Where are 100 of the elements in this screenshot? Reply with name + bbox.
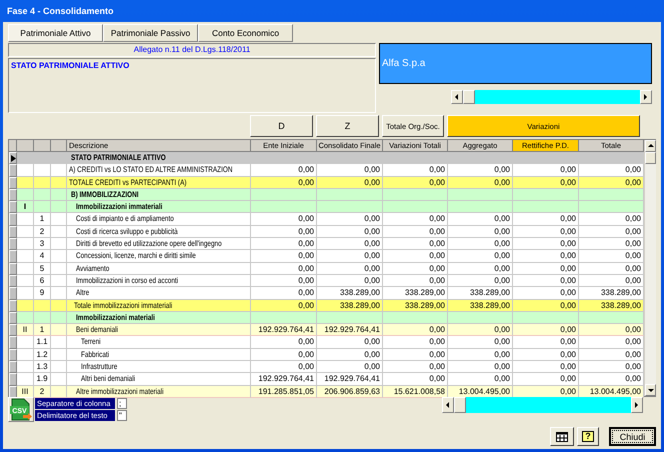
table-cell bbox=[34, 188, 51, 202]
table-cell: 0,00 bbox=[513, 164, 579, 177]
scroll-right-button[interactable] bbox=[631, 397, 643, 413]
table-cell bbox=[51, 164, 67, 177]
table-cell bbox=[51, 361, 67, 374]
table-cell bbox=[51, 348, 67, 362]
table-cell bbox=[34, 164, 51, 177]
table-cell: 0,00 bbox=[513, 324, 579, 336]
table-cell: 1 bbox=[34, 324, 51, 336]
table-cell: 1.2 bbox=[34, 348, 51, 362]
table-cell: Altre immobilizzazioni materiali bbox=[67, 386, 251, 398]
table-cell: 0,00 bbox=[383, 262, 448, 275]
table-cell bbox=[317, 188, 383, 202]
table-cell bbox=[51, 324, 67, 336]
reference-label: Allegato n.11 del D.Lgs.118/2011 bbox=[8, 43, 376, 57]
table-cell bbox=[17, 188, 34, 202]
table-cell bbox=[51, 386, 67, 398]
table-cell: 0,00 bbox=[579, 336, 644, 349]
table-cell bbox=[251, 188, 317, 202]
row-indicator[interactable] bbox=[9, 152, 17, 164]
scroll-left-button[interactable] bbox=[451, 90, 463, 104]
table-cell: 0,00 bbox=[251, 287, 317, 300]
table-cell: 338.289,00 bbox=[383, 287, 448, 300]
table-cell: 0,00 bbox=[579, 164, 644, 177]
table-cell: 0,00 bbox=[513, 287, 579, 300]
tab[interactable]: Patrimoniale Attivo bbox=[8, 24, 103, 42]
table-cell: 0,00 bbox=[448, 213, 513, 226]
table-cell: Concessioni, licenze, marchi e diritti simile bbox=[67, 250, 251, 263]
table-cell: 0,00 bbox=[448, 250, 513, 263]
tab[interactable]: Patrimoniale Passivo bbox=[103, 24, 198, 42]
table-cell bbox=[17, 336, 34, 349]
close-button[interactable]: Chiudi bbox=[609, 427, 656, 446]
table-cell bbox=[17, 373, 34, 386]
input-field[interactable]: " bbox=[117, 410, 127, 421]
table-cell: Beni demaniali bbox=[67, 324, 251, 336]
table-cell: 0,00 bbox=[513, 336, 579, 349]
table-cell: 0,00 bbox=[383, 213, 448, 226]
table-cell: Altri beni demaniali bbox=[67, 373, 251, 386]
scroll-thumb[interactable] bbox=[454, 397, 466, 413]
table-cell: 0,00 bbox=[448, 164, 513, 177]
scroll-thumb[interactable] bbox=[645, 152, 656, 164]
table-cell: 191.285.851,05 bbox=[251, 386, 317, 398]
arrow-icon bbox=[646, 142, 654, 150]
tab[interactable]: Conto Economico bbox=[198, 24, 293, 42]
table-cell: 0,00 bbox=[383, 336, 448, 349]
table-cell bbox=[17, 312, 34, 324]
table-cell bbox=[51, 188, 67, 202]
column-group-button[interactable]: D bbox=[250, 115, 313, 137]
table-cell: TOTALE CREDITI vs PARTECIPANTI (A) bbox=[67, 176, 251, 189]
table-cell: 0,00 bbox=[513, 300, 579, 312]
table-cell: 4 bbox=[34, 250, 51, 263]
input-field[interactable]: ; bbox=[117, 398, 127, 409]
table-cell: 0,00 bbox=[251, 176, 317, 189]
table-cell: B) IMMOBILIZZAZIONI bbox=[67, 188, 251, 202]
table-cell: Avviamento bbox=[67, 262, 251, 275]
table-cell bbox=[17, 250, 34, 263]
table-cell: 0,00 bbox=[251, 238, 317, 250]
table-cell: III bbox=[17, 386, 34, 398]
table-cell: Immobilizzazioni materiali bbox=[67, 312, 251, 324]
table-cell: 0,00 bbox=[579, 262, 644, 275]
table-cell: 15.621.008,58 bbox=[383, 386, 448, 398]
table-cell: 0,00 bbox=[513, 213, 579, 226]
scroll-up-button[interactable] bbox=[645, 140, 656, 152]
scroll-left-button[interactable] bbox=[442, 397, 454, 413]
table-cell bbox=[51, 274, 67, 288]
table-cell: 0,00 bbox=[383, 373, 448, 386]
window-title: Fase 4 - Consolidamento bbox=[6, 6, 114, 16]
table-cell: 0,00 bbox=[448, 348, 513, 362]
scroll-thumb[interactable] bbox=[463, 90, 475, 104]
table-cell: 0,00 bbox=[448, 262, 513, 275]
table-cell: 338.289,00 bbox=[317, 287, 383, 300]
table-cell: 192.929.764,41 bbox=[317, 324, 383, 336]
help-button[interactable]: ? bbox=[577, 427, 599, 446]
table-cell bbox=[317, 201, 383, 214]
table-cell bbox=[17, 361, 34, 374]
table-cell: STATO PATRIMONIALE ATTIVO bbox=[67, 152, 251, 164]
table-cell bbox=[51, 336, 67, 349]
table-cell: 0,00 bbox=[317, 213, 383, 226]
table-cell: 0,00 bbox=[383, 164, 448, 177]
table-cell: 1.3 bbox=[34, 361, 51, 374]
table-cell: 0,00 bbox=[579, 176, 644, 189]
scroll-down-button[interactable] bbox=[645, 384, 656, 396]
table-cell bbox=[51, 300, 67, 312]
table-cell bbox=[17, 262, 34, 275]
table-cell bbox=[448, 188, 513, 202]
table-cell bbox=[17, 226, 34, 238]
table-cell bbox=[448, 312, 513, 324]
table-cell: 0,00 bbox=[448, 324, 513, 336]
table-cell: 0,00 bbox=[383, 238, 448, 250]
grid-button[interactable] bbox=[550, 427, 574, 446]
table-cell: A) CREDITI vs LO STATO ED ALTRE AMMINISTRAZION bbox=[67, 164, 251, 177]
scroll-right-button[interactable] bbox=[640, 90, 652, 104]
table-cell: Costi di impianto e di ampliamento bbox=[67, 213, 251, 226]
table-cell bbox=[34, 176, 51, 189]
table-cell: 9 bbox=[34, 287, 51, 300]
column-group-button[interactable]: Z bbox=[316, 115, 379, 137]
table-cell: 0,00 bbox=[317, 274, 383, 288]
table-cell bbox=[51, 213, 67, 226]
table-cell bbox=[513, 188, 579, 202]
table-cell: Costi di ricerca sviluppo e pubblicità bbox=[67, 226, 251, 238]
